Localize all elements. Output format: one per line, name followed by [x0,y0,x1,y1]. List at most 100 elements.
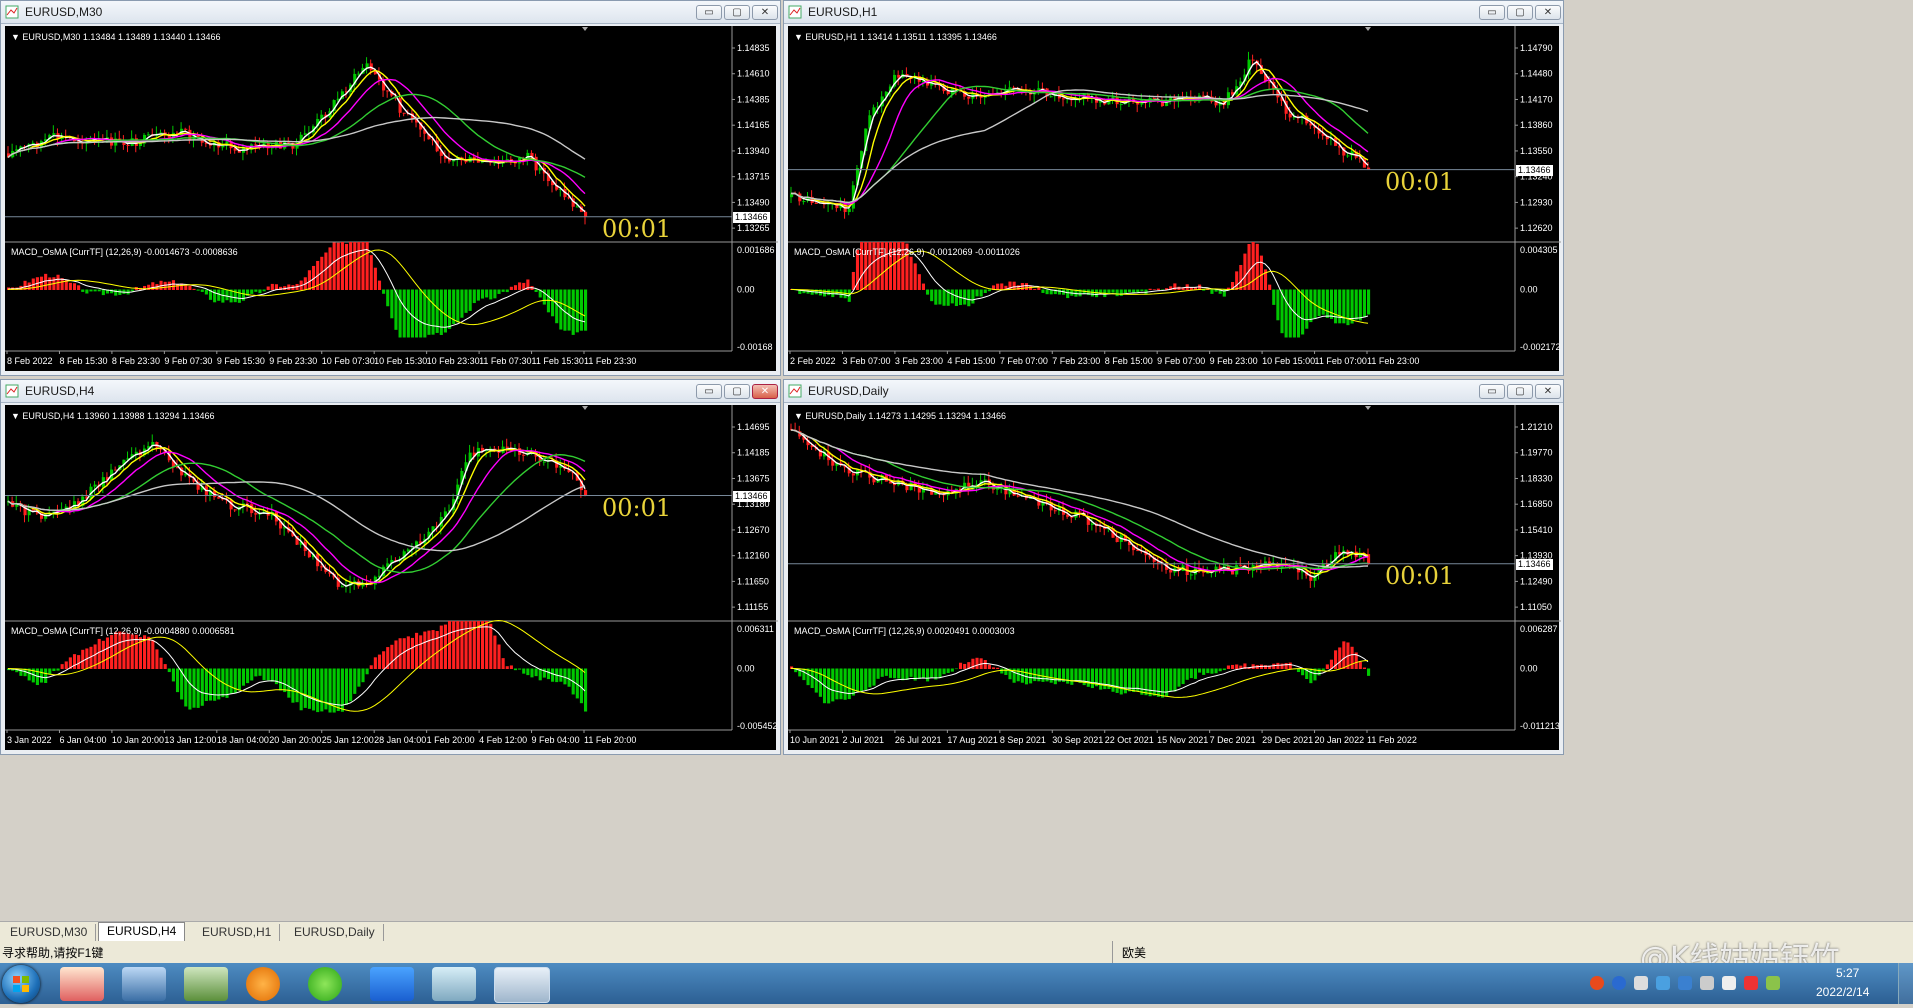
maximize-button[interactable]: ▢ [1507,384,1533,399]
macd-histogram-bar [501,658,505,669]
window-titlebar[interactable]: EURUSD,H1 ▭ ▢ ✕ [784,1,1563,24]
macd-histogram-bar [373,657,377,669]
price-chart-area[interactable]: 1.14695 1.14185 1.13675 1.13180 1.12670 1.121… [5,405,778,750]
macd-histogram-bar [530,668,534,678]
tray-input-icon[interactable] [1634,976,1648,990]
wechat-icon[interactable] [308,967,342,1001]
macd-histogram-bar [1317,289,1321,317]
maximize-button[interactable]: ▢ [724,5,750,20]
tray-security-icon[interactable] [1678,976,1692,990]
start-button[interactable] [2,965,40,1003]
macd-histogram-bar [390,644,394,669]
close-button[interactable]: ✕ [752,384,778,399]
candle-body [233,509,237,511]
minimize-button[interactable]: ▭ [1479,384,1505,399]
chart-window-m30[interactable]: EURUSD,M30 ▭ ▢ ✕ 1.14835 1.14610 1.14385 1.… [0,0,781,376]
minimize-button[interactable]: ▭ [696,5,722,20]
desktop-app-icon[interactable] [122,967,166,1001]
macd-histogram-bar [303,668,307,708]
candle-body [1111,97,1115,99]
macd-histogram-bar [1338,289,1342,324]
tray-volume-icon[interactable] [1700,976,1714,990]
macd-histogram-bar [1367,668,1371,676]
macd-indicator-info: MACD_OsMA [CurrTF] (12,26,9) 0.0020491 0… [794,626,1015,636]
macd-histogram-bar [382,289,386,294]
notes-app-icon[interactable] [370,967,414,1001]
macd-histogram-bar [996,667,1000,669]
tray-antivirus-icon[interactable] [1744,976,1758,990]
macd-histogram-bar [1309,668,1313,684]
time-scale-label: 30 Sep 2021 [1052,735,1103,745]
minimize-button[interactable]: ▭ [1479,5,1505,20]
candle-body [1346,155,1350,157]
window-titlebar[interactable]: EURUSD,H4 ▭ ▢ ✕ [1,380,780,403]
price-chart-area[interactable]: 1.14835 1.14610 1.14385 1.14165 1.13940 1.137… [5,26,778,371]
macd-histogram-bar [1000,283,1004,290]
editor-app-icon[interactable] [432,967,476,1001]
macd-histogram-bar [415,289,419,338]
candle-body [188,129,192,141]
chart-window-h1[interactable]: EURUSD,H1 ▭ ▢ ✕ 1.14790 1.14480 1.14170 1.1… [783,0,1564,376]
close-button[interactable]: ✕ [752,5,778,20]
macd-scale-label: 0.00 [1520,285,1538,295]
macd-histogram-bar [377,654,382,669]
macd-histogram-bar [831,668,835,702]
show-desktop-button[interactable] [1898,963,1913,1004]
macd-histogram-bar [802,668,806,681]
tab-eurusd-m30[interactable]: EURUSD,M30 [2,924,97,941]
trading-terminal-icon[interactable] [494,967,550,1003]
macd-histogram-bar [971,289,975,304]
tab-eurusd-daily[interactable]: EURUSD,Daily [286,924,384,941]
macd-histogram-bar [270,283,274,290]
window-titlebar[interactable]: EURUSD,M30 ▭ ▢ ✕ [1,1,780,24]
macd-histogram-bar [287,284,291,290]
media-player-icon[interactable] [246,967,280,1001]
macd-histogram-bar [1181,668,1185,685]
macd-histogram-bar [485,621,489,669]
macd-histogram-bar [365,668,369,675]
macd-histogram-bar [1358,661,1362,669]
tab-eurusd-h4[interactable]: EURUSD,H4 [98,922,186,942]
chart-shift-marker[interactable] [1365,27,1371,31]
tab-eurusd-h1[interactable]: EURUSD,H1 [194,924,281,941]
price-scale-label: 1.13675 [737,473,770,483]
macd-histogram-bar [369,665,373,669]
close-button[interactable]: ✕ [1535,384,1561,399]
tray-help-icon[interactable] [1612,976,1626,990]
chart-window-daily[interactable]: EURUSD,Daily ▭ ▢ ✕ 1.21210 1.19770 1.18330… [783,379,1564,755]
tray-signal-icon[interactable] [1766,976,1780,990]
tray-sogou-icon[interactable] [1590,976,1604,990]
minimize-button[interactable]: ▭ [696,384,722,399]
macd-histogram-bar [1140,668,1144,695]
price-chart-area[interactable]: 1.21210 1.19770 1.18330 1.16850 1.15410 1.139… [788,405,1561,750]
window-titlebar[interactable]: EURUSD,Daily ▭ ▢ ✕ [784,380,1563,403]
macd-histogram-bar [497,289,501,294]
close-button[interactable]: ✕ [1535,5,1561,20]
time-scale-label: 11 Feb 07:30 [479,356,531,366]
macd-histogram-bar [456,289,460,323]
macd-scale-label: 0.004305 [1520,245,1558,255]
macd-histogram-bar [509,286,513,290]
candle-body [983,479,987,481]
macd-histogram-bar [888,668,893,678]
macd-histogram-bar [39,276,44,290]
maximize-button[interactable]: ▢ [724,384,750,399]
tray-network-icon[interactable] [1656,976,1670,990]
chart-shift-marker[interactable] [582,27,588,31]
macd-histogram-bar [926,668,930,682]
chart-window-h4[interactable]: EURUSD,H4 ▭ ▢ ✕ 1.14695 1.14185 1.13675 1.1… [0,379,781,755]
price-scale-label: 1.14610 [737,69,770,79]
macd-histogram-bar [77,285,81,290]
chart-shift-marker[interactable] [582,406,588,410]
maximize-button[interactable]: ▢ [1507,5,1533,20]
contacts-app-icon[interactable] [184,967,228,1001]
candle-body [1090,523,1094,525]
chart-shift-marker[interactable] [1365,406,1371,410]
macd-histogram-bar [975,289,979,297]
tray-qq-icon[interactable] [1722,976,1736,990]
macd-histogram-bar [1115,668,1119,693]
macd-histogram-bar [1136,289,1140,293]
price-chart-area[interactable]: 1.14790 1.14480 1.14170 1.13860 1.13550 1.132… [788,26,1561,371]
macd-histogram-bar [1301,668,1305,676]
paint-app-icon[interactable] [60,967,104,1001]
